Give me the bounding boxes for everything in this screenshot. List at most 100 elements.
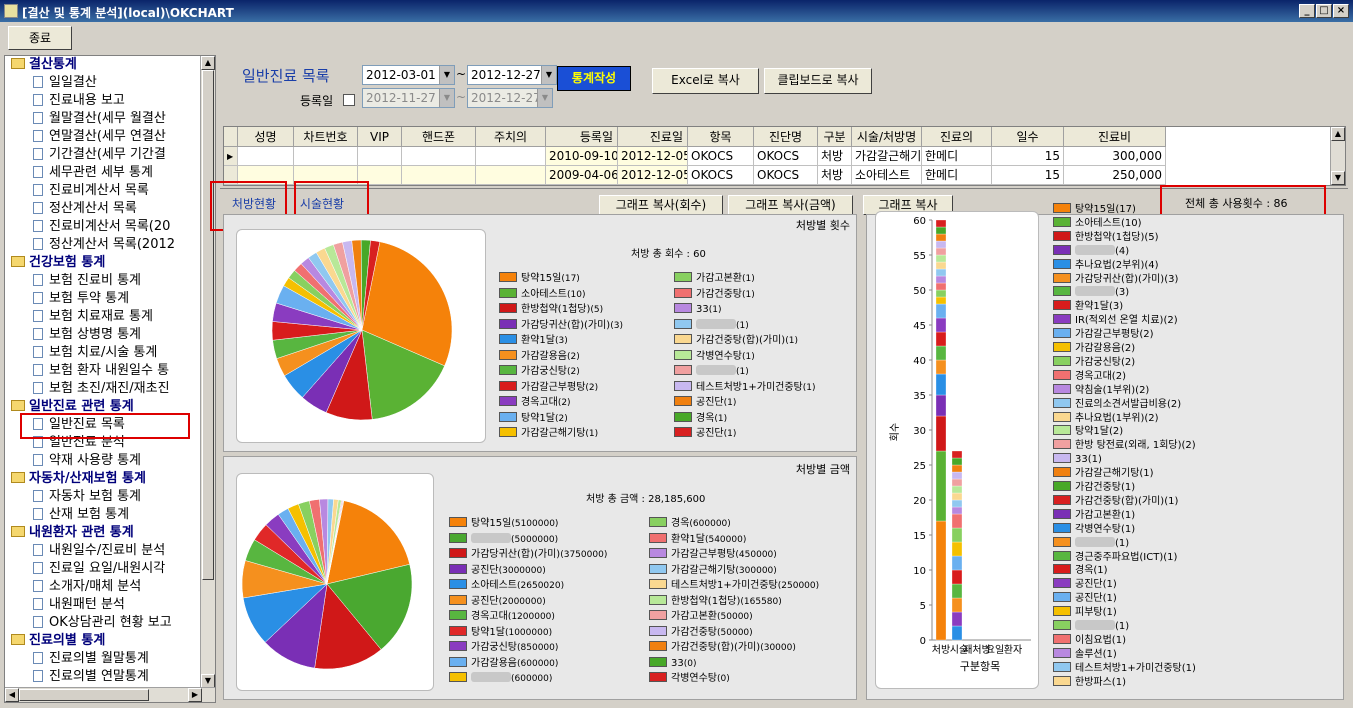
column-header[interactable]: 핸드폰 [402,127,476,147]
table-cell[interactable] [238,147,294,166]
copy-count-graph-button[interactable]: 그래프 복사(회수) [599,195,723,215]
tree-item[interactable]: 보험 환자 내원일수 통 [5,362,169,380]
tree-item[interactable]: 보험 초진/재진/재초진 [5,380,170,398]
tree-item[interactable]: 월말결산(세무 월결산 [5,110,166,128]
scroll-up-icon[interactable]: ▲ [201,56,215,70]
legend-swatch [449,548,467,558]
table-cell[interactable]: 한메디 [922,147,992,166]
copy-amount-graph-button[interactable]: 그래프 복사(금액) [728,195,853,215]
exit-button[interactable]: 종료 [8,26,72,50]
scroll-down-icon[interactable]: ▼ [201,674,215,688]
table-cell[interactable]: 15 [992,147,1064,166]
tree-item[interactable]: 진료의별 월말통계 [5,650,149,668]
column-header[interactable]: 항목 [688,127,754,147]
table-cell[interactable]: 처방 [818,147,852,166]
column-header[interactable]: 진료비 [1064,127,1166,147]
scroll-up-icon[interactable]: ▲ [1331,127,1345,141]
tree-item[interactable]: 보험 상병명 통계 [5,326,141,344]
tree-item[interactable]: 진료비계산서 목록(20 [5,218,170,236]
close-window-button[interactable]: × [1333,4,1349,18]
date-to-select[interactable]: 2012-12-27 ▼ [467,65,557,85]
reg-date-checkbox[interactable] [343,94,355,106]
tree-item[interactable]: 보험 치료재료 통계 [5,308,153,326]
column-header[interactable]: 구분 [818,127,852,147]
tree-item[interactable]: 자동차 보험 통계 [5,488,141,506]
scroll-left-icon[interactable]: ◀ [5,688,19,702]
tree-item[interactable]: 연말결산(세무 연결산 [5,128,166,146]
tree-item[interactable]: 소개자/매체 분석 [5,578,141,596]
table-cell[interactable]: 처방 [818,166,852,185]
tree-item[interactable]: 보험 투약 통계 [5,290,129,308]
tree-item[interactable]: 일일결산 [5,74,97,92]
table-cell[interactable] [476,166,546,185]
tree-item[interactable]: 산재 보험 통계 [5,506,129,524]
tree-item[interactable]: 기간결산(세무 기간결 [5,146,166,164]
table-cell[interactable]: 250,000 [1064,166,1166,185]
column-header[interactable]: 등록일 [546,127,618,147]
table-cell[interactable] [402,147,476,166]
table-cell[interactable]: 2010-09-10 [546,147,618,166]
table-cell[interactable] [402,166,476,185]
tree-group[interactable]: 결산통계 [5,56,77,74]
table-cell[interactable] [358,147,402,166]
tree-item[interactable]: 정산계산서 목록(2012 [5,236,175,254]
tree-item[interactable]: 내원패턴 분석 [5,596,125,614]
column-header[interactable]: 진료의 [922,127,992,147]
reg-from-select[interactable]: 2012-11-27 ▼ [362,88,455,108]
column-header[interactable]: 진료일 [618,127,688,147]
clipboard-copy-button[interactable]: 클립보드로 복사 [764,68,872,94]
tree-item[interactable]: 진료내용 보고 [5,92,125,110]
table-cell[interactable]: 15 [992,166,1064,185]
tree-item[interactable]: 진료의별 연말통계 [5,668,149,686]
tree-item[interactable]: OK상담관리 현황 보고 [5,614,172,632]
reg-to-select[interactable]: 2012-12-27 ▼ [467,88,553,108]
scroll-right-icon[interactable]: ▶ [188,688,202,702]
menu-tree[interactable]: 결산통계 일일결산 진료내용 보고 월말결산(세무 월결산 연말결산(세무 연결산 기간결… [4,55,216,703]
table-cell[interactable]: 300,000 [1064,147,1166,166]
tree-vscrollbar[interactable]: ▲ ▼ [200,56,215,688]
table-cell[interactable]: OKOCS [754,166,818,185]
table-cell[interactable]: 가감갈근해기 [852,147,922,166]
table-cell[interactable]: 2012-12-05 [618,147,688,166]
tree-hscrollbar[interactable]: ◀ ▶ [5,687,215,702]
table-cell[interactable] [476,147,546,166]
column-header[interactable]: VIP [358,127,402,147]
minimize-button[interactable]: _ [1299,4,1315,18]
tree-group[interactable]: 건강보험 통계 [5,254,105,272]
table-cell[interactable] [294,147,358,166]
table-cell[interactable]: 소아테스트 [852,166,922,185]
tree-item[interactable]: 약재 사용량 통계 [5,452,141,470]
table-cell[interactable]: OKOCS [688,147,754,166]
tree-group[interactable]: 내원환자 관련 통계 [5,524,134,542]
column-header[interactable]: 일수 [992,127,1064,147]
column-header[interactable]: 차트번호 [294,127,358,147]
legend-swatch [449,579,467,589]
column-header[interactable]: 성명 [238,127,294,147]
maximize-button[interactable]: □ [1316,4,1332,18]
generate-stats-button[interactable]: 통계작성 [557,66,631,91]
tree-group[interactable]: 자동차/산재보험 통계 [5,470,146,488]
tree-item[interactable]: 정산계산서 목록 [5,200,137,218]
tree-item[interactable]: 내원일수/진료비 분석 [5,542,165,560]
grid-vscrollbar[interactable]: ▲ ▼ [1330,127,1345,185]
excel-copy-button[interactable]: Excel로 복사 [652,68,759,94]
table-cell[interactable]: 한메디 [922,166,992,185]
table-cell[interactable]: 2012-12-05 [618,166,688,185]
results-table[interactable]: 성명 차트번호 VIP 핸드폰 주치의 등록일 진료일 항목 진단명 구분 시술/처방명 진료의 일수 진… [223,126,1346,186]
legend-item: 33(0) [649,656,696,671]
table-cell[interactable]: OKOCS [688,166,754,185]
column-header[interactable]: 주치의 [476,127,546,147]
tree-item[interactable]: 세무관련 세부 통계 [5,164,153,182]
column-header[interactable]: 시술/처방명 [852,127,922,147]
tree-item[interactable]: 진료비계산서 목록 [5,182,149,200]
column-header[interactable]: 진단명 [754,127,818,147]
scroll-down-icon[interactable]: ▼ [1331,171,1345,185]
table-cell[interactable]: 2009-04-06 [546,166,618,185]
tree-item[interactable]: 보험 치료/시술 통계 [5,344,157,362]
date-from-select[interactable]: 2012-03-01 ▼ [362,65,455,85]
tree-item[interactable]: 보험 진료비 통계 [5,272,141,290]
table-cell[interactable]: OKOCS [754,147,818,166]
tree-group[interactable]: 진료의별 통계 [5,632,105,650]
tree-item[interactable]: 진료일 요일/내원시각 [5,560,165,578]
row-indicator[interactable]: ▶ [224,147,238,166]
